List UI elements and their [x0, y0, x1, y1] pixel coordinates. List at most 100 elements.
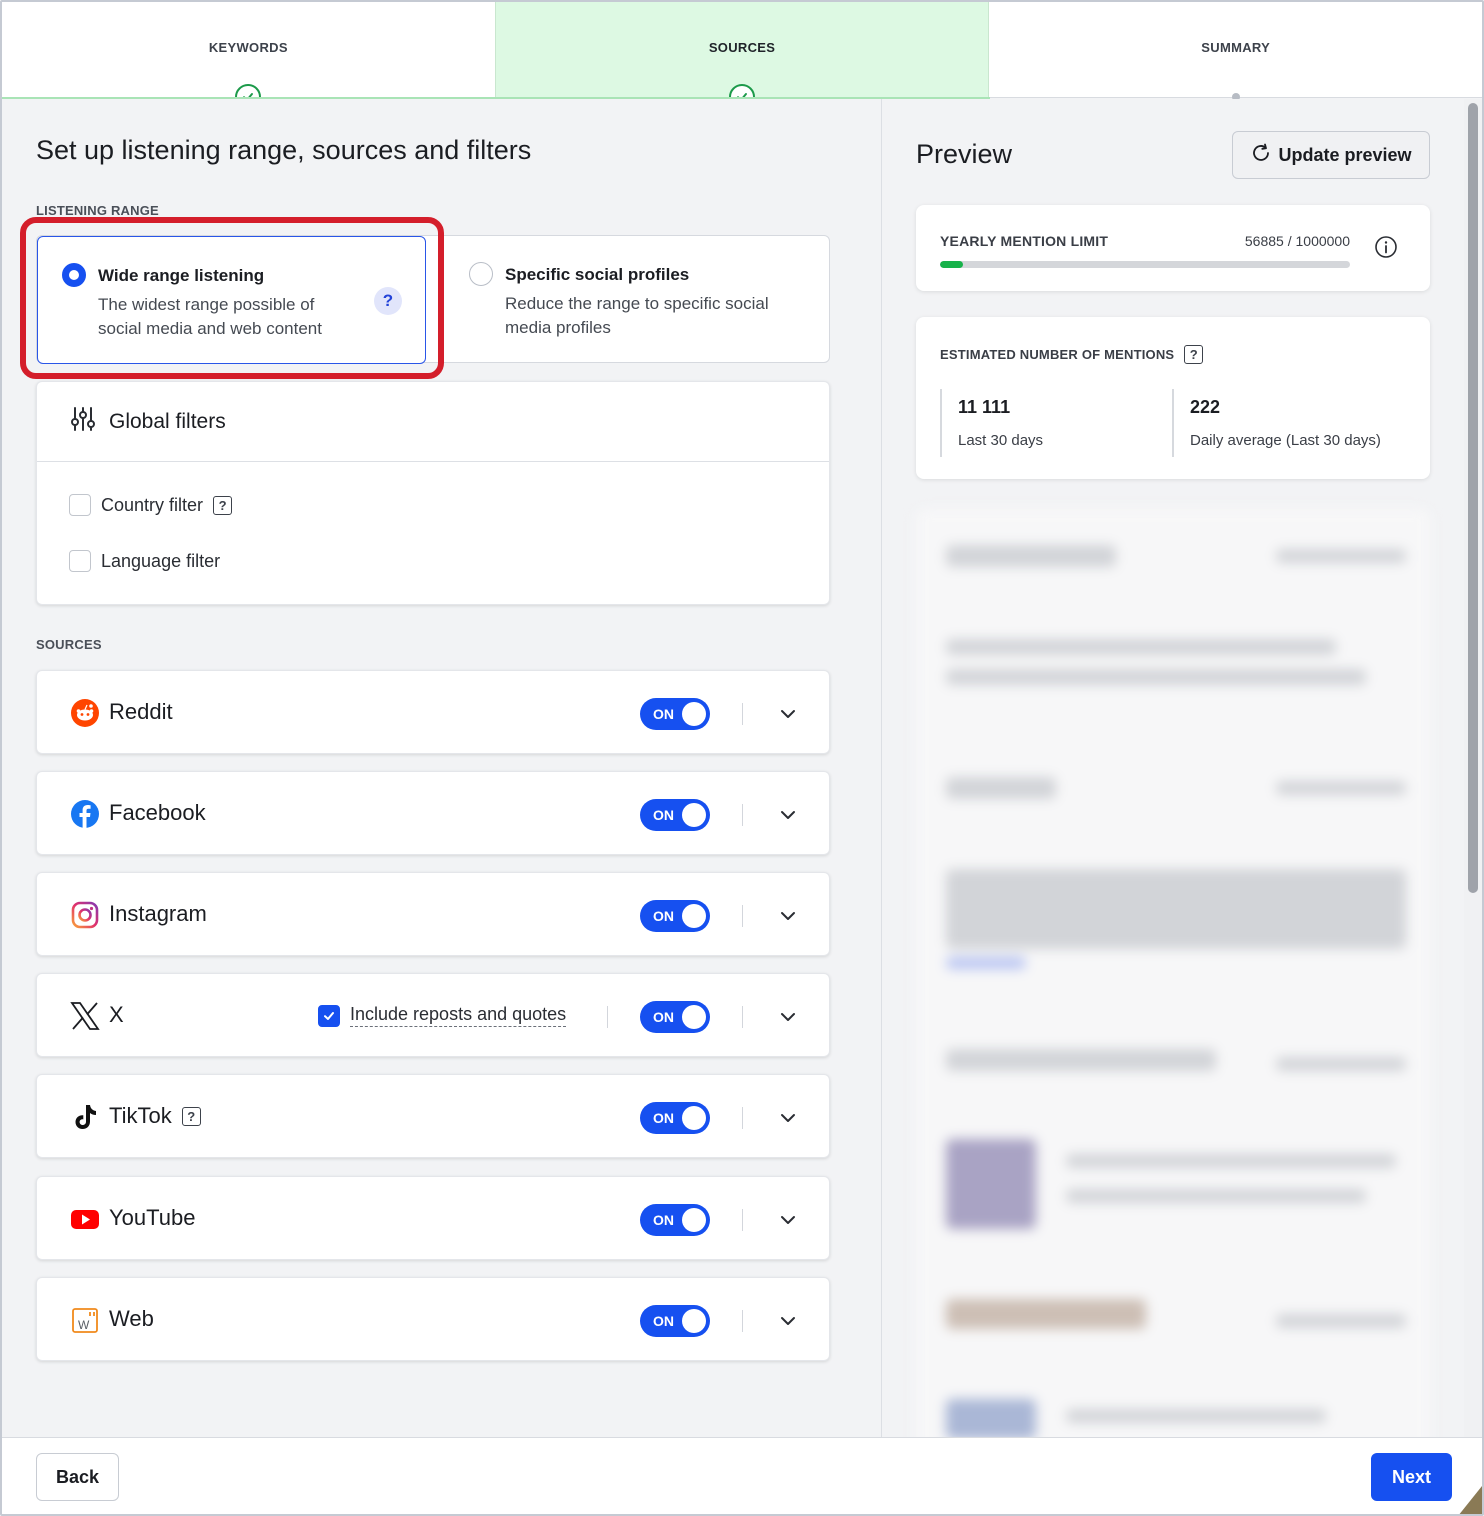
preview-panel: Preview Update preview YEARLY MENTION LI…	[883, 99, 1464, 1437]
x-icon	[69, 1000, 101, 1032]
chevron-down-icon[interactable]	[777, 1006, 799, 1028]
checkbox-checked[interactable]	[318, 1004, 340, 1027]
step-summary[interactable]: SUMMARY	[989, 2, 1482, 101]
source-toggle[interactable]: ON	[640, 900, 710, 932]
yearly-limit-label: YEARLY MENTION LIMIT	[940, 233, 1109, 249]
web-icon: W	[69, 1304, 101, 1336]
estimated-mentions-label: ESTIMATED NUMBER OF MENTIONS ?	[940, 345, 1204, 364]
source-name: Web	[109, 1306, 154, 1331]
toggle-label: ON	[653, 1110, 674, 1126]
step-keywords[interactable]: KEYWORDS	[2, 2, 495, 110]
chevron-down-icon[interactable]	[777, 905, 799, 927]
tiktok-icon	[69, 1101, 101, 1133]
source-row-web[interactable]: W Web ON	[36, 1277, 830, 1361]
reddit-icon	[69, 697, 101, 729]
source-toggle[interactable]: ON	[640, 799, 710, 831]
stat-caption: Daily average (Last 30 days)	[1190, 432, 1381, 449]
source-row-instagram[interactable]: Instagram ON	[36, 872, 830, 956]
radio-unselected-icon[interactable]	[469, 262, 493, 286]
toggle-knob	[682, 1005, 706, 1029]
help-icon[interactable]: ?	[181, 1106, 201, 1126]
global-filters-title: Global filters	[109, 409, 226, 433]
toggle-label: ON	[653, 706, 674, 722]
source-row-reddit[interactable]: Reddit ON	[36, 670, 830, 754]
yearly-limit-card: YEARLY MENTION LIMIT 56885 / 1000000	[916, 205, 1430, 291]
include-reposts-option[interactable]: Include reposts and quotes	[318, 1004, 567, 1027]
stat-caption: Last 30 days	[958, 432, 1044, 449]
scrollbar[interactable]	[1464, 99, 1482, 1437]
chevron-down-icon[interactable]	[777, 804, 799, 826]
source-row-tiktok[interactable]: TikTok ? ON	[36, 1074, 830, 1158]
global-filters-header: Global filters	[37, 382, 829, 462]
wizard-footer: Back Next	[2, 1437, 1482, 1514]
step-label: SUMMARY	[1201, 40, 1271, 55]
scrollbar-thumb[interactable]	[1468, 103, 1478, 893]
divider	[742, 804, 743, 826]
checkbox-label: Language filter	[101, 550, 221, 571]
next-button[interactable]: Next	[1371, 1453, 1452, 1501]
divider	[742, 905, 743, 927]
app-frame: KEYWORDS SOURCES SUMMARY Set up listenin…	[0, 0, 1484, 1516]
country-filter-option[interactable]: Country filter ?	[69, 494, 233, 516]
toggle-knob	[682, 702, 706, 726]
update-preview-button[interactable]: Update preview	[1232, 131, 1430, 179]
help-icon[interactable]: ?	[1184, 345, 1204, 364]
sliders-icon	[69, 405, 97, 438]
back-button[interactable]: Back	[36, 1453, 119, 1501]
yearly-limit-progress	[940, 261, 1350, 268]
estimated-mentions-card: ESTIMATED NUMBER OF MENTIONS ? 11 111 La…	[916, 317, 1430, 479]
range-option-specific[interactable]: Specific social profiles Reduce the rang…	[445, 236, 831, 364]
chevron-down-icon[interactable]	[777, 1107, 799, 1129]
toggle-label: ON	[653, 1212, 674, 1228]
source-toggle[interactable]: ON	[640, 698, 710, 730]
stat-value: 222	[1190, 397, 1221, 417]
checkbox-label: Country filter	[101, 494, 204, 515]
update-preview-label: Update preview	[1278, 144, 1412, 165]
stat-last-30-days: 11 111 Last 30 days	[940, 389, 1043, 457]
source-row-youtube[interactable]: YouTube ON	[36, 1176, 830, 1260]
range-option-title: Specific social profiles	[505, 265, 690, 284]
chevron-down-icon[interactable]	[777, 1310, 799, 1332]
source-toggle[interactable]: ON	[640, 1001, 710, 1033]
facebook-icon	[69, 798, 101, 830]
divider	[742, 1006, 743, 1028]
divider	[607, 1006, 608, 1028]
toggle-label: ON	[653, 1313, 674, 1329]
yearly-limit-fill	[940, 261, 964, 268]
toggle-label: ON	[653, 1009, 674, 1025]
stat-daily-average: 222 Daily average (Last 30 days)	[1172, 389, 1381, 457]
chevron-down-icon[interactable]	[777, 1209, 799, 1231]
source-toggle[interactable]: ON	[640, 1204, 710, 1236]
help-icon[interactable]: ?	[213, 495, 233, 515]
range-option-description: Reduce the range to specific social medi…	[505, 294, 769, 337]
youtube-icon	[69, 1203, 101, 1235]
setup-panel: Set up listening range, sources and filt…	[2, 99, 882, 1437]
checkbox[interactable]	[69, 494, 91, 516]
source-toggle[interactable]: ON	[640, 1102, 710, 1134]
toggle-knob	[682, 1309, 706, 1333]
info-icon[interactable]	[1374, 235, 1398, 259]
checkbox[interactable]	[69, 550, 91, 572]
source-name-text: TikTok	[109, 1103, 172, 1128]
source-name: Instagram	[109, 901, 207, 926]
source-toggle[interactable]: ON	[640, 1305, 710, 1337]
global-filters-card: Global filters Country filter ? Language…	[36, 381, 830, 605]
yearly-limit-value: 56885 / 1000000	[1244, 233, 1350, 249]
listening-range-label: LISTENING RANGE	[36, 203, 159, 218]
blurred-mentions-feed	[916, 509, 1430, 1437]
source-row-facebook[interactable]: Facebook ON	[36, 771, 830, 855]
preview-title: Preview	[916, 139, 1013, 169]
divider	[742, 1209, 743, 1231]
chevron-down-icon[interactable]	[777, 703, 799, 725]
toggle-knob	[682, 1106, 706, 1130]
step-sources[interactable]: SOURCES	[494, 2, 990, 110]
sources-label: SOURCES	[36, 637, 102, 652]
estimated-mentions-text: ESTIMATED NUMBER OF MENTIONS	[940, 347, 1175, 362]
language-filter-option[interactable]: Language filter	[69, 550, 220, 572]
wizard-stepper: KEYWORDS SOURCES SUMMARY	[2, 2, 1482, 110]
divider	[742, 1107, 743, 1129]
checkbox-label: Include reposts and quotes	[350, 1004, 567, 1027]
source-name: Facebook	[109, 800, 206, 825]
source-row-x[interactable]: X Include reposts and quotes ON	[36, 973, 830, 1057]
source-name: YouTube	[109, 1205, 196, 1230]
